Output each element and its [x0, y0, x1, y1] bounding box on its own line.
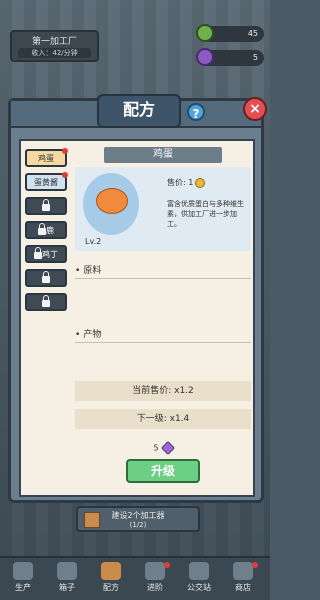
- tab-locked-4[interactable]: [25, 269, 67, 287]
- tab-locked-5[interactable]: [25, 293, 67, 311]
- close-button[interactable]: ×: [243, 97, 267, 121]
- recipe-book-icon: [101, 562, 121, 580]
- ingredients-section: • 原料: [75, 263, 251, 279]
- recipe-dialog: 配方 ? × 鸡蛋 蛋黄酱 鹿 鸡丁 鸡蛋 Lv.2 售价: 1 富含优质蛋白与…: [8, 94, 267, 503]
- item-image-frame: [83, 173, 139, 235]
- nav-advance[interactable]: 进阶: [136, 562, 174, 596]
- next-level-price: 下一级: x1.4: [75, 409, 251, 429]
- nav-production[interactable]: 生产: [4, 562, 42, 596]
- nav-label: 配方: [103, 583, 119, 592]
- notification-dot: [252, 562, 258, 568]
- factory-income: 收入：42/分钟: [18, 48, 91, 58]
- products-area: [75, 343, 251, 373]
- advance-icon: [145, 562, 165, 580]
- dialog-body: 鸡蛋 蛋黄酱 鹿 鸡丁 鸡蛋 Lv.2 售价: 1 富含优质蛋白与多种维生素，供…: [19, 139, 255, 497]
- gem-count: 5: [252, 53, 258, 62]
- products-label: 产物: [83, 330, 102, 340]
- egg-icon: [96, 188, 128, 214]
- tab-mayonnaise[interactable]: 蛋黄酱: [25, 172, 68, 191]
- tab-egg[interactable]: 鸡蛋: [25, 148, 68, 167]
- coin-count: 45: [247, 29, 258, 38]
- lock-icon: [42, 199, 50, 211]
- upgrade-button[interactable]: 升级: [126, 459, 200, 483]
- box-icon: [57, 562, 77, 580]
- tab-label: 鹿: [46, 226, 54, 235]
- upgrade-cost: 5: [75, 440, 251, 456]
- ingredients-label: 原料: [83, 266, 102, 276]
- price-label: 售价: 1: [167, 178, 194, 187]
- item-price: 售价: 1: [167, 177, 206, 188]
- money-icon: [196, 24, 214, 42]
- bottom-nav: 生产 箱子 配方 进阶 公交站 商店: [0, 556, 270, 600]
- upgrade-cost-value: 5: [153, 443, 159, 453]
- notification-dot: [62, 172, 68, 178]
- production-icon: [13, 562, 33, 580]
- item-card: Lv.2 售价: 1 富含优质蛋白与多种维生素，供加工厂进一步加工。: [75, 167, 251, 251]
- item-description: 富含优质蛋白与多种维生素，供加工厂进一步加工。: [167, 200, 244, 228]
- tab-locked-2[interactable]: 鹿: [25, 221, 67, 239]
- factory-name: 第一加工厂: [31, 37, 77, 47]
- gem-icon: [160, 440, 175, 456]
- nav-label: 商店: [235, 583, 251, 592]
- current-price: 当前售价: x1.2: [75, 381, 251, 401]
- lock-icon: [34, 247, 42, 259]
- crate-icon: [84, 512, 100, 528]
- build-processor-task[interactable]: 建设2个加工器 (1/2): [76, 506, 200, 532]
- gem-counter: 5: [196, 48, 264, 66]
- notification-dot: [164, 562, 170, 568]
- shop-icon: [233, 562, 253, 580]
- bus-stop-icon: [189, 562, 209, 580]
- dialog-title: 配方: [97, 94, 181, 128]
- nav-label: 进阶: [147, 583, 163, 592]
- gem-icon: [196, 48, 214, 66]
- lock-icon: [42, 271, 50, 283]
- tab-label: 鸡丁: [42, 250, 58, 259]
- tab-locked-3[interactable]: 鸡丁: [25, 245, 67, 263]
- notification-dot: [62, 148, 68, 154]
- nav-box[interactable]: 箱子: [48, 562, 86, 596]
- nav-shop[interactable]: 商店: [224, 562, 262, 596]
- recipe-detail: 鸡蛋 Lv.2 售价: 1 富含优质蛋白与多种维生素，供加工厂进一步加工。 • 原…: [75, 145, 251, 483]
- item-level: Lv.2: [85, 237, 102, 246]
- tab-label: 鸡蛋: [38, 154, 54, 163]
- nav-label: 箱子: [59, 583, 75, 592]
- tab-locked-1[interactable]: [25, 197, 67, 215]
- recipe-tab-list: 鸡蛋 蛋黄酱 鹿 鸡丁: [25, 148, 69, 317]
- item-name: 鸡蛋: [104, 147, 222, 163]
- nav-label: 公交站: [187, 583, 211, 592]
- coin-icon: [195, 177, 206, 188]
- ingredients-area: [75, 279, 251, 315]
- nav-label: 生产: [15, 583, 31, 592]
- lock-icon: [42, 295, 50, 307]
- help-button[interactable]: ?: [187, 103, 205, 121]
- products-section: • 产物: [75, 327, 251, 343]
- coin-counter: 45: [196, 24, 264, 42]
- tab-label: 蛋黄酱: [34, 178, 58, 187]
- bullet-icon: •: [75, 330, 81, 340]
- factory-title-card[interactable]: 第一加工厂 收入：42/分钟: [10, 30, 99, 62]
- lock-icon: [38, 223, 46, 235]
- bullet-icon: •: [75, 266, 81, 276]
- nav-bus-stop[interactable]: 公交站: [180, 562, 218, 596]
- nav-recipe[interactable]: 配方: [92, 562, 130, 596]
